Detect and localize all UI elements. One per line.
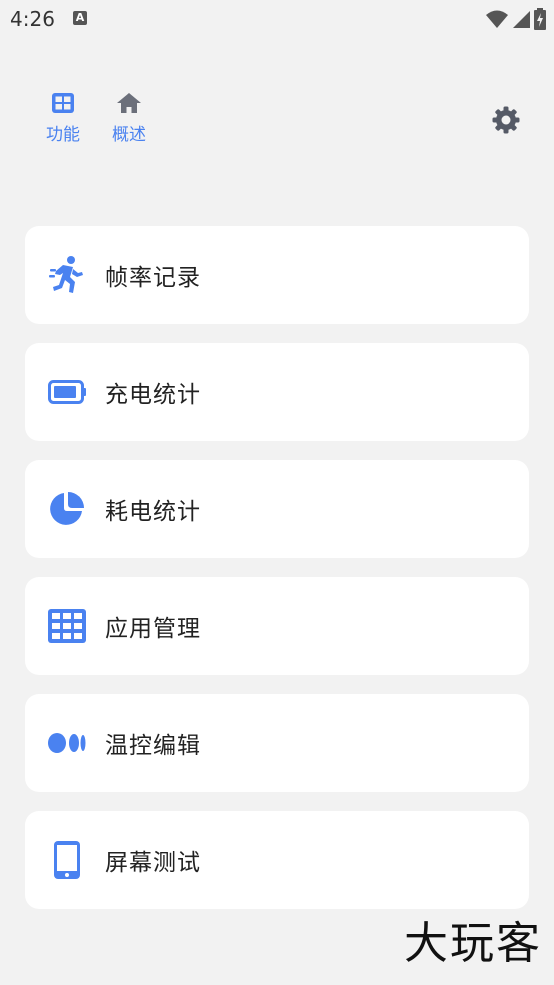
- home-icon: [117, 93, 141, 113]
- pie-chart-icon: [50, 492, 84, 525]
- running-person-icon: [49, 256, 83, 293]
- menu-item-label: 屏幕测试: [105, 850, 201, 876]
- dots-icon: [48, 733, 86, 753]
- cell-signal-icon: [513, 11, 530, 28]
- apps-grid-icon: [48, 609, 86, 643]
- status-bar: 4:26 A: [0, 0, 554, 38]
- battery-icon: [48, 380, 86, 404]
- menu-item-label: 帧率记录: [105, 265, 201, 291]
- menu-item-screen-test[interactable]: 屏幕测试: [25, 811, 529, 909]
- menu-item-thermal-edit[interactable]: 温控编辑: [25, 694, 529, 792]
- tab-functions[interactable]: 功能: [38, 90, 88, 145]
- tab-label: 概述: [112, 125, 146, 145]
- tab-overview[interactable]: 概述: [104, 90, 154, 145]
- battery-charging-icon: [534, 8, 546, 30]
- watermark-logo: 大玩客: [404, 918, 542, 969]
- menu-item-label: 温控编辑: [105, 733, 201, 759]
- feature-menu: 帧率记录 充电统计 耗电统计 应用管理 温控编辑 屏幕测试: [25, 226, 529, 928]
- phone-icon: [54, 841, 80, 879]
- notification-a-icon: A: [73, 11, 87, 25]
- menu-item-fps-record[interactable]: 帧率记录: [25, 226, 529, 324]
- settings-button[interactable]: [492, 106, 520, 134]
- menu-item-label: 充电统计: [105, 382, 201, 408]
- menu-item-label: 耗电统计: [105, 499, 201, 525]
- status-icons: [486, 7, 546, 31]
- wifi-icon: [486, 10, 508, 28]
- gear-icon: [492, 106, 520, 134]
- menu-item-power-usage-stats[interactable]: 耗电统计: [25, 460, 529, 558]
- menu-item-label: 应用管理: [105, 616, 201, 642]
- menu-item-charge-stats[interactable]: 充电统计: [25, 343, 529, 441]
- menu-item-app-management[interactable]: 应用管理: [25, 577, 529, 675]
- tab-label: 功能: [46, 125, 80, 145]
- status-time: 4:26: [10, 7, 55, 31]
- grid-icon: [52, 93, 74, 113]
- top-tabs: 功能 概述: [38, 90, 154, 145]
